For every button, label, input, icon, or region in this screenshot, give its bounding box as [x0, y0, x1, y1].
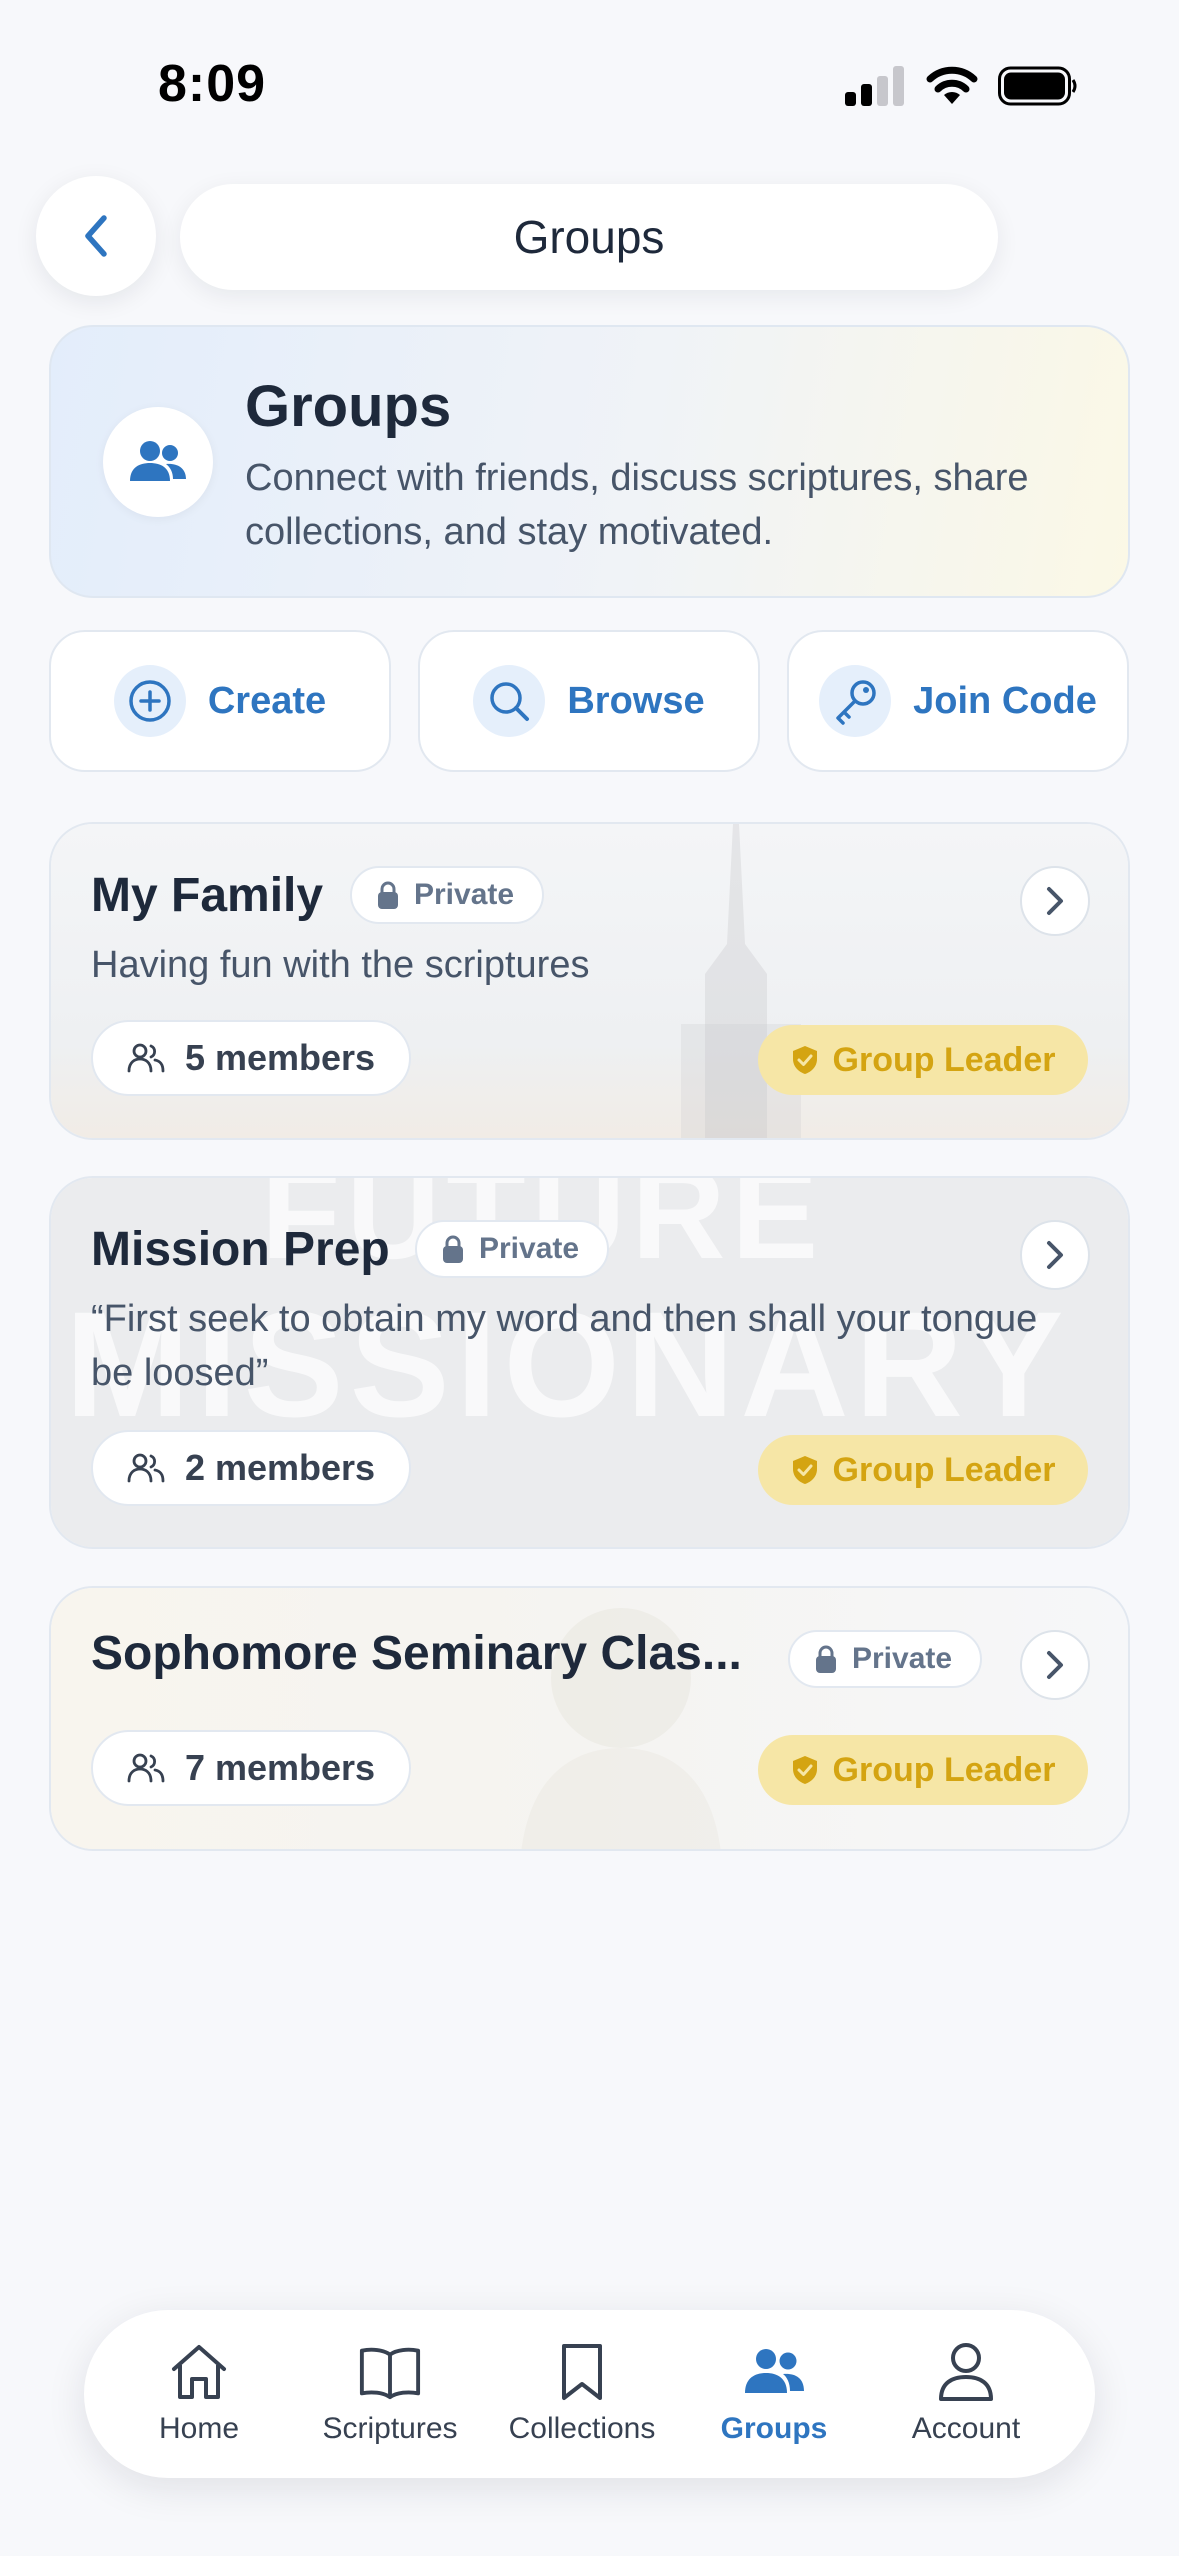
- group-description: “First seek to obtain my word and then s…: [91, 1298, 1038, 1394]
- members-label: 7 members: [184, 1747, 376, 1788]
- group-description: Having fun with the scriptures: [91, 944, 590, 986]
- group-name: Mission Prep: [91, 1223, 390, 1276]
- cellular-signal-icon: [845, 66, 905, 106]
- private-label: Private: [479, 1232, 580, 1265]
- members-count: 7 members: [91, 1730, 411, 1806]
- open-group-button[interactable]: [1020, 1220, 1090, 1290]
- lock-icon: [816, 1645, 836, 1673]
- chevron-right-icon: [1047, 887, 1063, 915]
- nav-label: Collections: [508, 2412, 656, 2445]
- role-label: Group Leader: [832, 1040, 1056, 1079]
- intro-icon-circle: [103, 407, 213, 517]
- wifi-icon: [926, 66, 978, 104]
- shield-check-icon: [792, 1046, 817, 1074]
- private-badge: Private: [350, 866, 545, 924]
- key-icon: [836, 680, 876, 725]
- group-card-sophomore-seminary[interactable]: Sophomore Seminary Clas... Private 7 mem…: [49, 1586, 1130, 1851]
- join-code-button[interactable]: Join Code: [787, 630, 1129, 772]
- nav-label: Scriptures: [322, 2412, 458, 2445]
- battery-icon: [998, 66, 1077, 106]
- status-time: 8:09: [158, 55, 267, 113]
- search-icon: [490, 682, 530, 721]
- shield-check-icon: [792, 1456, 817, 1484]
- chevron-right-icon: [1047, 1241, 1063, 1269]
- chevron-right-icon: [1047, 1651, 1063, 1679]
- intro-title: Groups: [245, 374, 452, 439]
- members-count: 2 members: [91, 1430, 411, 1506]
- lock-icon: [443, 1235, 463, 1263]
- status-bar: 8:09: [0, 0, 1179, 170]
- group-card-mission-prep[interactable]: FUTURE MISSIONARY Mission Prep Private “…: [49, 1176, 1130, 1549]
- lock-icon: [378, 881, 398, 909]
- nav-item-groups[interactable]: Groups: [679, 2310, 869, 2478]
- nav-item-account[interactable]: Account: [871, 2310, 1061, 2478]
- join-code-label: Join Code: [913, 679, 1097, 722]
- chevron-left-icon: [85, 215, 107, 257]
- role-label: Group Leader: [832, 1750, 1056, 1789]
- page-title: Groups: [180, 184, 998, 290]
- users-outline-icon: [127, 1453, 165, 1483]
- nav-item-scriptures[interactable]: Scriptures: [295, 2310, 485, 2478]
- create-label: Create: [207, 679, 327, 722]
- bookmark-icon: [562, 2344, 602, 2400]
- browse-label: Browse: [567, 679, 705, 722]
- private-badge: Private: [415, 1220, 610, 1278]
- plus-circle-icon: [129, 680, 171, 722]
- groups-intro-card: Groups Connect with friends, discuss scr…: [49, 325, 1130, 598]
- group-leader-badge: Group Leader: [758, 1025, 1088, 1095]
- members-count: 5 members: [91, 1020, 411, 1096]
- role-label: Group Leader: [832, 1450, 1056, 1489]
- intro-description: Connect with friends, discuss scriptures…: [245, 457, 1029, 553]
- open-group-button[interactable]: [1020, 1630, 1090, 1700]
- nav-item-collections[interactable]: Collections: [487, 2310, 677, 2478]
- browse-groups-button[interactable]: Browse: [418, 630, 760, 772]
- open-group-button[interactable]: [1020, 866, 1090, 936]
- nav-item-home[interactable]: Home: [104, 2310, 294, 2478]
- book-icon: [359, 2347, 421, 2400]
- nav-label: Groups: [720, 2412, 828, 2445]
- private-badge: Private: [788, 1630, 983, 1688]
- private-label: Private: [414, 878, 515, 911]
- members-label: 2 members: [184, 1447, 376, 1488]
- group-card-my-family[interactable]: My Family Private Having fun with the sc…: [49, 822, 1130, 1140]
- group-leader-badge: Group Leader: [758, 1435, 1088, 1505]
- private-label: Private: [852, 1642, 953, 1675]
- group-name: My Family: [91, 869, 324, 922]
- users-outline-icon: [127, 1043, 165, 1073]
- person-icon: [939, 2343, 993, 2401]
- create-group-button[interactable]: Create: [49, 630, 391, 772]
- shield-check-icon: [792, 1756, 817, 1784]
- back-button[interactable]: [36, 176, 156, 296]
- group-leader-badge: Group Leader: [758, 1735, 1088, 1805]
- users-icon: [745, 2349, 804, 2393]
- users-outline-icon: [127, 1753, 165, 1783]
- users-icon: [130, 441, 186, 481]
- nav-label: Account: [911, 2412, 1021, 2445]
- bottom-tab-bar: Home Scriptures Collections Groups Accou…: [84, 2310, 1095, 2478]
- group-name: Sophomore Seminary Clas...: [91, 1627, 742, 1680]
- nav-label: Home: [158, 2412, 240, 2445]
- home-icon: [172, 2345, 226, 2399]
- members-label: 5 members: [184, 1037, 376, 1078]
